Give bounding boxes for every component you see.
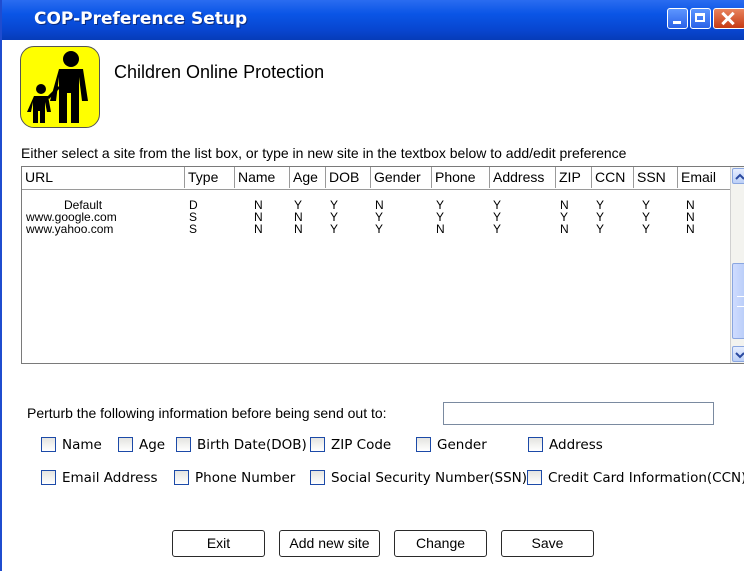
minimize-icon[interactable] — [667, 8, 688, 29]
table-cell: N — [436, 222, 445, 236]
checkbox-box[interactable] — [41, 470, 56, 485]
title-bar[interactable]: COP-Preference Setup — [2, 0, 744, 40]
checkbox-label: ZIP Code — [331, 437, 392, 453]
column-header[interactable]: Age — [290, 167, 326, 188]
checkbox-label: Phone Number — [195, 470, 296, 486]
parent-child-icon — [20, 46, 100, 128]
checkbox-box[interactable] — [176, 437, 191, 452]
exit-button[interactable]: Exit — [172, 530, 265, 557]
site-input[interactable] — [443, 402, 714, 425]
column-header[interactable]: Gender — [371, 167, 432, 188]
vertical-scrollbar[interactable] — [730, 167, 744, 363]
table-cell: Y — [642, 222, 651, 236]
perturb-label: Perturb the following information before… — [27, 405, 387, 421]
table-cell: N — [254, 222, 263, 236]
table-cell: Y — [493, 222, 502, 236]
add-new-site-button[interactable]: Add new site — [279, 530, 380, 557]
checkbox-label: Age — [139, 437, 166, 453]
grip-icon — [737, 296, 744, 307]
save-button[interactable]: Save — [501, 530, 594, 557]
close-icon[interactable] — [713, 8, 744, 29]
site-preference-listbox[interactable]: URL Type Name Age DOB Gender Phone Addre… — [21, 166, 744, 364]
app-title: Children Online Protection — [114, 62, 325, 82]
column-header[interactable]: Type — [185, 167, 235, 188]
change-button[interactable]: Change — [394, 530, 487, 557]
column-header[interactable]: SSN — [634, 167, 678, 188]
scroll-down-icon[interactable] — [732, 346, 744, 362]
table-cell: www.yahoo.com — [26, 222, 114, 236]
table-cell: N — [686, 222, 695, 236]
checkbox-box[interactable] — [118, 437, 133, 452]
column-header[interactable]: URL — [22, 167, 185, 188]
table-cell: N — [294, 222, 303, 236]
cop-preference-window: COP-Preference Setup Children Online Pro… — [0, 0, 744, 571]
scroll-up-icon[interactable] — [732, 168, 744, 184]
checkbox-label: Address — [549, 437, 603, 453]
checkbox-box[interactable] — [416, 437, 431, 452]
checkbox-label: Birth Date(DOB) — [197, 437, 307, 453]
column-header[interactable]: Address — [490, 167, 556, 188]
column-header[interactable]: Name — [235, 167, 290, 188]
table-cell: Y — [596, 222, 605, 236]
column-header[interactable]: CCN — [592, 167, 634, 188]
table-cell: Y — [375, 222, 384, 236]
scrollbar-thumb[interactable] — [732, 263, 744, 339]
checkbox-box[interactable] — [41, 437, 56, 452]
table-cell: N — [560, 222, 569, 236]
checkbox-box[interactable] — [310, 437, 325, 452]
checkbox-label: Credit Card Information(CCN) — [548, 470, 744, 486]
checkbox-box[interactable] — [310, 470, 325, 485]
instruction-text: Either select a site from the list box, … — [21, 145, 627, 161]
checkbox-label: Name — [62, 437, 102, 453]
window-title: COP-Preference Setup — [34, 9, 248, 29]
column-header[interactable]: Email — [678, 167, 732, 188]
column-header[interactable]: ZIP — [556, 167, 592, 188]
table-row[interactable]: www.yahoo.com S N N Y Y N Y N Y Y N — [22, 223, 732, 235]
table-cell: Y — [330, 222, 339, 236]
checkbox-label: Gender — [437, 437, 487, 453]
column-header[interactable]: DOB — [326, 167, 371, 188]
table-header: URL Type Name Age DOB Gender Phone Addre… — [22, 167, 732, 190]
checkbox-box[interactable] — [527, 470, 542, 485]
checkbox-box[interactable] — [174, 470, 189, 485]
checkbox-box[interactable] — [528, 437, 543, 452]
checkbox-label: Email Address — [62, 470, 158, 486]
table-cell: S — [189, 222, 198, 236]
maximize-icon[interactable] — [690, 8, 711, 29]
column-header[interactable]: Phone — [432, 167, 490, 188]
checkbox-label: Social Security Number(SSN) — [331, 470, 528, 486]
